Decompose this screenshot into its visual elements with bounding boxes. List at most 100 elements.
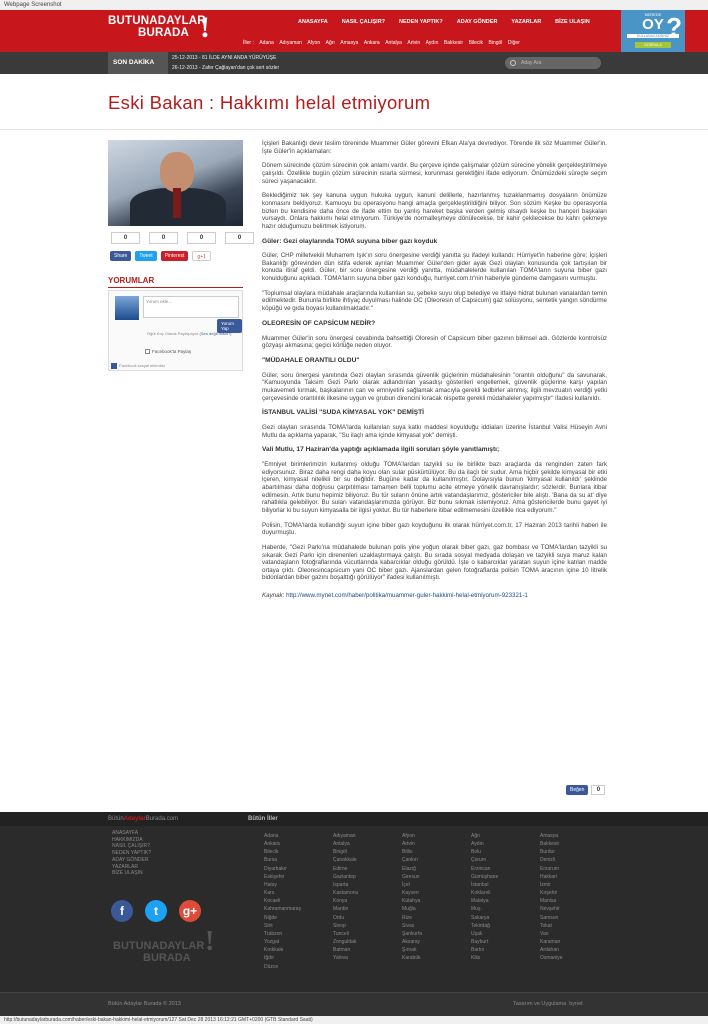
comment-input[interactable]: Yorum ekle... <box>143 296 239 318</box>
footer-city-link[interactable]: Denizli <box>540 856 609 864</box>
footer-city-link[interactable]: Samsun <box>540 914 609 922</box>
footer-city-link[interactable]: Hatay <box>264 881 333 889</box>
footer-city-link[interactable]: Kahramanmaraş <box>264 905 333 913</box>
footer-menu-item[interactable]: ANASAYFA <box>112 830 151 837</box>
city-link[interactable]: Amasya <box>340 40 358 46</box>
footer-city-link[interactable]: Siirt <box>264 922 333 930</box>
footer-city-link[interactable]: Kırıkkale <box>264 946 333 954</box>
facebook-icon[interactable]: f <box>111 900 133 922</box>
footer-city-link[interactable]: Kırklareli <box>471 889 540 897</box>
footer-city-link[interactable]: Hakkari <box>540 873 609 881</box>
footer-menu-item[interactable]: HAKKIMIZDA <box>112 837 151 844</box>
nav-item-anasayfa[interactable]: ANASAYFA <box>298 19 328 25</box>
footer-city-link[interactable]: Ardahan <box>540 946 609 954</box>
footer-city-link[interactable]: Ordu <box>333 914 402 922</box>
bynet-logo[interactable]: bynet <box>569 1001 582 1007</box>
footer-city-link[interactable]: Muş <box>471 905 540 913</box>
footer-city-link[interactable]: Ankara <box>264 840 333 848</box>
nav-item-nasil-calisir[interactable]: NASIL ÇALIŞIR? <box>342 19 385 25</box>
facebook-share-checkbox[interactable]: Facebook'ta Paylaş <box>145 349 191 355</box>
footer-city-link[interactable]: Sinop <box>333 922 402 930</box>
footer-city-link[interactable]: Konya <box>333 897 402 905</box>
footer-city-link[interactable]: Ağrı <box>471 832 540 840</box>
footer-city-link[interactable]: Kütahya <box>402 897 471 905</box>
city-link[interactable]: Ağrı <box>326 40 335 46</box>
footer-city-link[interactable]: Bitlis <box>402 848 471 856</box>
breaking-news-item[interactable]: 26-12-2013 - Zafer Çağlayan'dan çok sert… <box>172 63 279 73</box>
twitter-icon[interactable]: t <box>145 900 167 922</box>
footer-city-link[interactable]: Çorum <box>471 856 540 864</box>
footer-city-link[interactable]: İzmir <box>540 881 609 889</box>
footer-city-link[interactable]: Yozgat <box>264 938 333 946</box>
footer-city-link[interactable]: Gaziantep <box>333 873 402 881</box>
footer-city-link[interactable]: Eskişehir <box>264 873 333 881</box>
nav-item-bize-ulasin[interactable]: BİZE ULAŞIN <box>555 19 590 25</box>
footer-city-link[interactable]: Iğdır <box>264 954 333 962</box>
footer-city-link[interactable]: Sivas <box>402 922 471 930</box>
google-plus-icon[interactable]: g+ <box>179 900 201 922</box>
city-link[interactable]: Afyon <box>307 40 320 46</box>
footer-city-link[interactable]: Balıkesir <box>540 840 609 848</box>
footer-city-link[interactable]: Nevşehir <box>540 905 609 913</box>
candidate-search-input[interactable]: Aday Ara <box>505 57 601 69</box>
city-link[interactable]: Bilecik <box>469 40 483 46</box>
footer-menu-item[interactable]: NEDEN YAPTIK? <box>112 850 151 857</box>
footer-city-link[interactable]: Adıyaman <box>333 832 402 840</box>
footer-city-link[interactable]: Burdur <box>540 848 609 856</box>
footer-city-link[interactable]: Aksaray <box>402 938 471 946</box>
footer-city-link[interactable]: Erzurum <box>540 865 609 873</box>
footer-city-link[interactable]: Artvin <box>402 840 471 848</box>
footer-city-link[interactable]: Antalya <box>333 840 402 848</box>
city-link[interactable]: Balıkesir <box>444 40 463 46</box>
footer-city-link[interactable]: Erzincan <box>471 865 540 873</box>
nav-item-aday-gonder[interactable]: ADAY GÖNDER <box>457 19 498 25</box>
pinterest-button[interactable]: Pinterest <box>160 251 189 261</box>
footer-city-link[interactable]: Trabzon <box>264 930 333 938</box>
footer-city-link[interactable]: Manisa <box>540 897 609 905</box>
footer-city-link[interactable]: Bayburt <box>471 938 540 946</box>
footer-city-link[interactable]: Çanakkale <box>333 856 402 864</box>
footer-city-link[interactable]: Mardin <box>333 905 402 913</box>
footer-menu-item[interactable]: ADAY GÖNDER <box>112 857 151 864</box>
facebook-share-button[interactable]: Share <box>110 251 132 261</box>
city-link[interactable]: Aydın <box>426 40 439 46</box>
nav-item-yazarlar[interactable]: YAZARLAR <box>511 19 541 25</box>
footer-city-link[interactable]: Kars <box>264 889 333 897</box>
footer-menu-item[interactable]: BİZE ULAŞIN <box>112 870 151 877</box>
footer-city-link[interactable]: Bursa <box>264 856 333 864</box>
tweet-button[interactable]: Tweet <box>135 251 157 261</box>
footer-city-link[interactable]: Çankırı <box>402 856 471 864</box>
footer-city-link[interactable]: Şırnak <box>402 946 471 954</box>
footer-city-link[interactable]: Kırşehir <box>540 889 609 897</box>
footer-city-link[interactable]: Diyarbakır <box>264 865 333 873</box>
breaking-news-item[interactable]: 25-12-2013 - 81 İLDE AYNI ANDA YÜRÜYÜŞE <box>172 53 279 63</box>
city-link[interactable]: Artvin <box>407 40 420 46</box>
footer-city-link[interactable]: Giresun <box>402 873 471 881</box>
footer-city-link[interactable]: Isparta <box>333 881 402 889</box>
footer-city-link[interactable]: Sakarya <box>471 914 540 922</box>
site-logo[interactable]: BUTUNADAYLAR BURADA ! <box>108 13 210 43</box>
footer-city-link[interactable]: Elazığ <box>402 865 471 873</box>
footer-city-link[interactable]: Gümüşhane <box>471 873 540 881</box>
footer-city-link[interactable]: Niğde <box>264 914 333 922</box>
footer-city-link[interactable]: İçel <box>402 881 471 889</box>
footer-menu-item[interactable]: NASIL ÇALIŞIR? <box>112 843 151 850</box>
city-link[interactable]: Adana <box>259 40 273 46</box>
footer-city-link[interactable]: Malatya <box>471 897 540 905</box>
footer-city-link[interactable]: Adana <box>264 832 333 840</box>
footer-city-link[interactable]: Tokat <box>540 922 609 930</box>
footer-city-link[interactable]: Aydın <box>471 840 540 848</box>
footer-city-link[interactable]: Van <box>540 930 609 938</box>
google-plus-button[interactable]: g+1 <box>192 251 211 261</box>
city-link[interactable]: Ankara <box>364 40 380 46</box>
footer-city-link[interactable]: Kocaeli <box>264 897 333 905</box>
footer-city-link[interactable]: Muğla <box>402 905 471 913</box>
footer-city-link[interactable]: Bolu <box>471 848 540 856</box>
footer-city-link[interactable]: Karabük <box>402 954 471 962</box>
city-link[interactable]: Antalya <box>385 40 402 46</box>
footer-city-link[interactable]: Amasya <box>540 832 609 840</box>
footer-city-link[interactable]: Bartın <box>471 946 540 954</box>
footer-city-link[interactable]: Kilis <box>471 954 540 962</box>
footer-city-link[interactable]: Rize <box>402 914 471 922</box>
city-link-other[interactable]: Diğer <box>508 40 520 46</box>
